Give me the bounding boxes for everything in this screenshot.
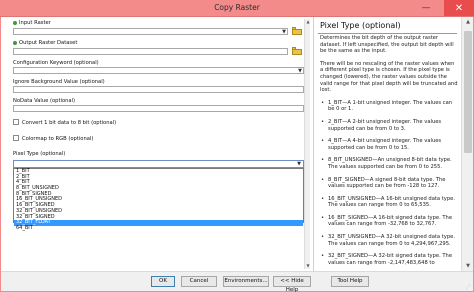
- button-bar: OK Cancel Environments... << Hide Help T…: [1, 271, 473, 292]
- help-list-item: 16_BIT_UNSIGNED—A 16-bit unsigned data t…: [320, 196, 458, 209]
- tool-help-button[interactable]: Tool Help: [331, 276, 369, 287]
- environments-button[interactable]: Environments...: [223, 276, 269, 287]
- scroll-down-icon[interactable]: ▼: [305, 263, 311, 269]
- minimize-button[interactable]: —: [416, 0, 436, 16]
- help-paragraph: Determines the bit depth of the output r…: [320, 35, 454, 55]
- chevron-down-icon[interactable]: ▼: [297, 161, 301, 167]
- convert-1bit-checkbox[interactable]: [13, 119, 19, 125]
- scroll-up-icon[interactable]: ▲: [462, 17, 474, 27]
- help-list-item: 8_BIT_UNSIGNED—An unsigned 8-bit data ty…: [320, 157, 458, 170]
- title-bar: Copy Raster — ✕: [0, 0, 474, 17]
- cancel-button[interactable]: Cancel: [181, 276, 217, 287]
- resize-grip-icon[interactable]: ⋰: [466, 284, 471, 290]
- ok-button[interactable]: OK: [151, 276, 175, 287]
- colormap-label: Colormap to RGB (optional): [22, 136, 94, 142]
- window-title: Copy Raster: [214, 3, 260, 12]
- help-divider: [318, 33, 457, 34]
- scroll-down-icon[interactable]: ▼: [462, 261, 474, 271]
- help-list-item: 8_BIT_SIGNED—A signed 8-bit data type. T…: [320, 177, 458, 190]
- config-keyword-select[interactable]: ▼: [13, 67, 304, 74]
- ignore-background-input[interactable]: [13, 86, 304, 93]
- ignore-background-label: Ignore Background Value (optional): [13, 79, 105, 85]
- hide-help-button[interactable]: << Hide Help: [273, 276, 311, 292]
- scroll-thumb[interactable]: [464, 31, 472, 153]
- chevron-down-icon[interactable]: ▼: [282, 29, 286, 35]
- help-title: Pixel Type (optional): [320, 21, 401, 30]
- dialog-frame: Input Raster ▼ Output Raster Dataset Con…: [0, 17, 474, 292]
- pixel-type-label: Pixel Type (optional): [13, 151, 66, 157]
- help-list: 1_BIT—A 1-bit unsigned integer. The valu…: [320, 100, 458, 267]
- browse-folder-icon[interactable]: [292, 27, 303, 36]
- scroll-up-icon[interactable]: ▲: [305, 19, 311, 25]
- output-dataset-field[interactable]: [13, 48, 288, 55]
- browse-folder-icon[interactable]: [292, 47, 303, 56]
- config-keyword-label: Configuration Keyword (optional): [13, 60, 99, 66]
- pixel-type-select[interactable]: ▼: [13, 160, 304, 168]
- help-list-item: 4_BIT—A 4-bit unsigned integer. The valu…: [320, 138, 458, 151]
- chevron-down-icon[interactable]: ▼: [298, 68, 302, 74]
- nodata-input[interactable]: [13, 105, 304, 112]
- close-button[interactable]: ✕: [444, 0, 474, 16]
- pixel-type-dropdown-list[interactable]: 1_BIT 2_BIT 4_BIT 8_BIT_UNSIGNED 8_BIT_SIGNE…: [13, 168, 304, 231]
- parameters-scrollbar[interactable]: ▲ ▼: [304, 19, 310, 269]
- help-list-item: 1_BIT—A 1-bit unsigned integer. The valu…: [320, 100, 458, 113]
- help-body: Determines the bit depth of the output r…: [320, 35, 458, 271]
- nodata-label: NoData Value (optional): [13, 98, 76, 104]
- help-paragraph: There will be no rescaling of the raster…: [320, 60, 458, 94]
- help-list-item: 16_BIT_SIGNED—A 16-bit signed data type.…: [320, 215, 458, 228]
- required-dot-icon: [13, 40, 17, 45]
- convert-1bit-label: Convert 1 bit data to 8 bit (optional): [22, 120, 117, 126]
- input-raster-field[interactable]: ▼: [13, 28, 288, 35]
- help-list-item: 2_BIT—A 2-bit unsigned integer. The valu…: [320, 119, 458, 132]
- output-dataset-label: Output Raster Dataset: [13, 40, 77, 46]
- input-raster-label: Input Raster: [13, 20, 51, 26]
- parameters-panel: Input Raster ▼ Output Raster Dataset Con…: [3, 17, 306, 271]
- help-list-item: 32_BIT_SIGNED—A 32-bit signed data type.…: [320, 253, 458, 266]
- help-panel: Pixel Type (optional) Determines the bit…: [313, 17, 461, 271]
- pixel-type-option[interactable]: 64_BIT: [14, 225, 303, 232]
- help-list-item: 32_BIT_UNSIGNED—A 32-bit unsigned data t…: [320, 234, 458, 247]
- colormap-checkbox[interactable]: [13, 135, 19, 141]
- help-scrollbar[interactable]: ▲ ▼: [461, 17, 473, 271]
- required-dot-icon: [13, 20, 17, 25]
